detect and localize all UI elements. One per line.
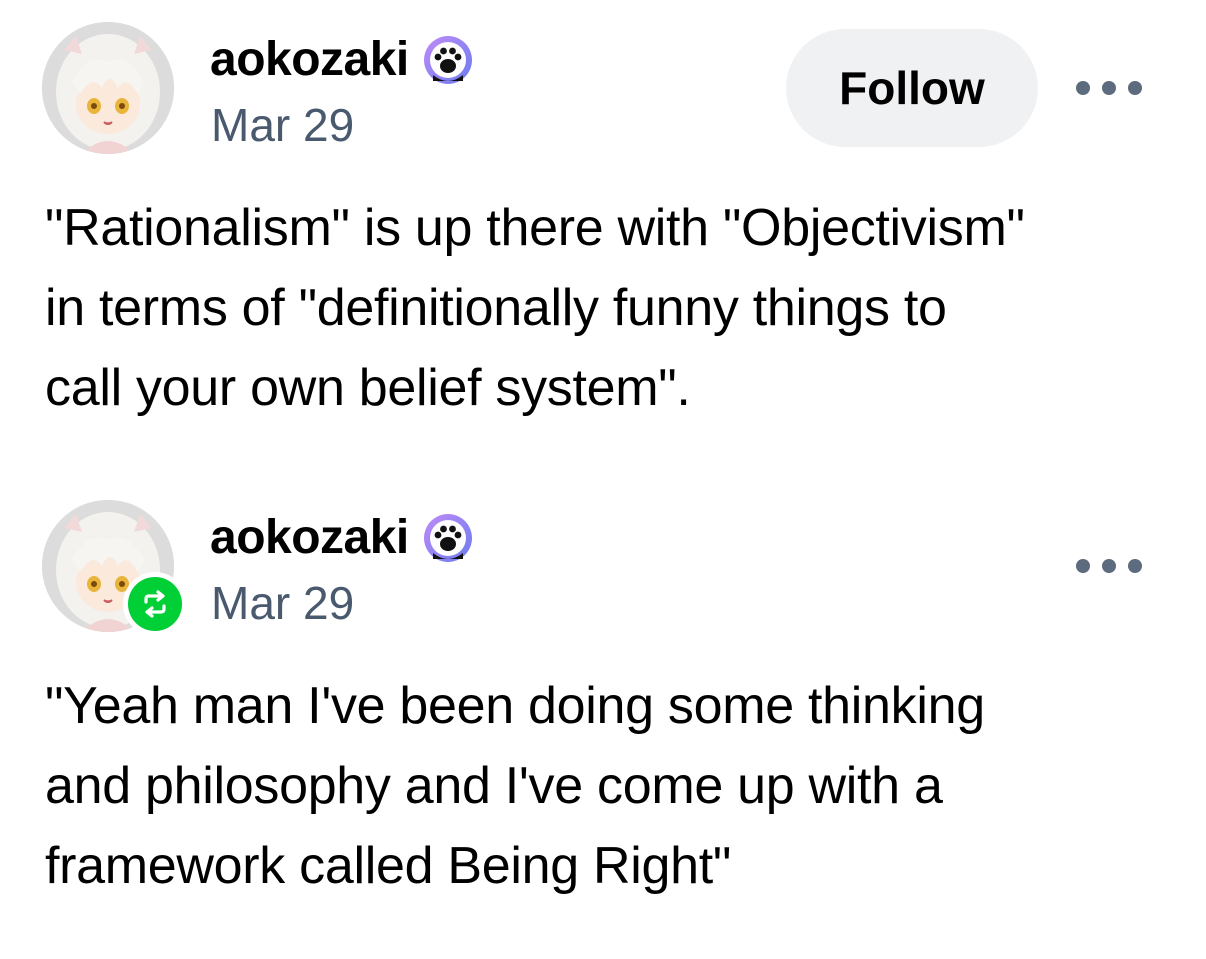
more-dot: [1128, 559, 1142, 573]
post-date[interactable]: Mar 29: [211, 576, 354, 631]
username-row: aokozaki: [210, 508, 473, 568]
username[interactable]: aokozaki: [210, 36, 409, 84]
more-options-icon[interactable]: [1076, 73, 1142, 103]
username-row: aokozaki: [210, 30, 473, 90]
post-original: aokozaki Mar 29 Follow "Rationalism" is …: [0, 0, 1206, 478]
more-options-icon[interactable]: [1076, 551, 1142, 581]
more-dot: [1102, 81, 1116, 95]
username[interactable]: aokozaki: [210, 514, 409, 562]
follow-button[interactable]: Follow: [786, 29, 1038, 147]
paw-print-badge-icon[interactable]: [423, 513, 473, 563]
post-body-line: and philosophy and I've come up with a: [45, 757, 943, 815]
post-body-line: framework called Being Right": [45, 837, 732, 895]
post-body: "Rationalism" is up there with "Objectiv…: [45, 188, 1175, 428]
more-dot: [1076, 81, 1090, 95]
reblog-badge: [123, 572, 187, 636]
more-dot: [1128, 81, 1142, 95]
more-dot: [1102, 559, 1116, 573]
post-reblog: aokozaki Mar 29 "Yeah man I've been doin…: [0, 478, 1206, 959]
reblog-icon: [128, 577, 182, 631]
more-dot: [1076, 559, 1090, 573]
anime-figure-avatar-image: [42, 22, 174, 154]
post-body: "Yeah man I've been doing some thinking …: [45, 666, 1175, 906]
post-body-line: "Rationalism" is up there with "Objectiv…: [45, 199, 1025, 257]
post-body-line: call your own belief system".: [45, 359, 691, 417]
post-body-line: "Yeah man I've been doing some thinking: [45, 677, 985, 735]
post-body-line: in terms of "definitionally funny things…: [45, 279, 947, 337]
paw-print-badge-icon[interactable]: [423, 35, 473, 85]
reblog-arrows-icon: [144, 590, 166, 618]
avatar[interactable]: [42, 22, 174, 154]
post-date[interactable]: Mar 29: [211, 98, 354, 153]
